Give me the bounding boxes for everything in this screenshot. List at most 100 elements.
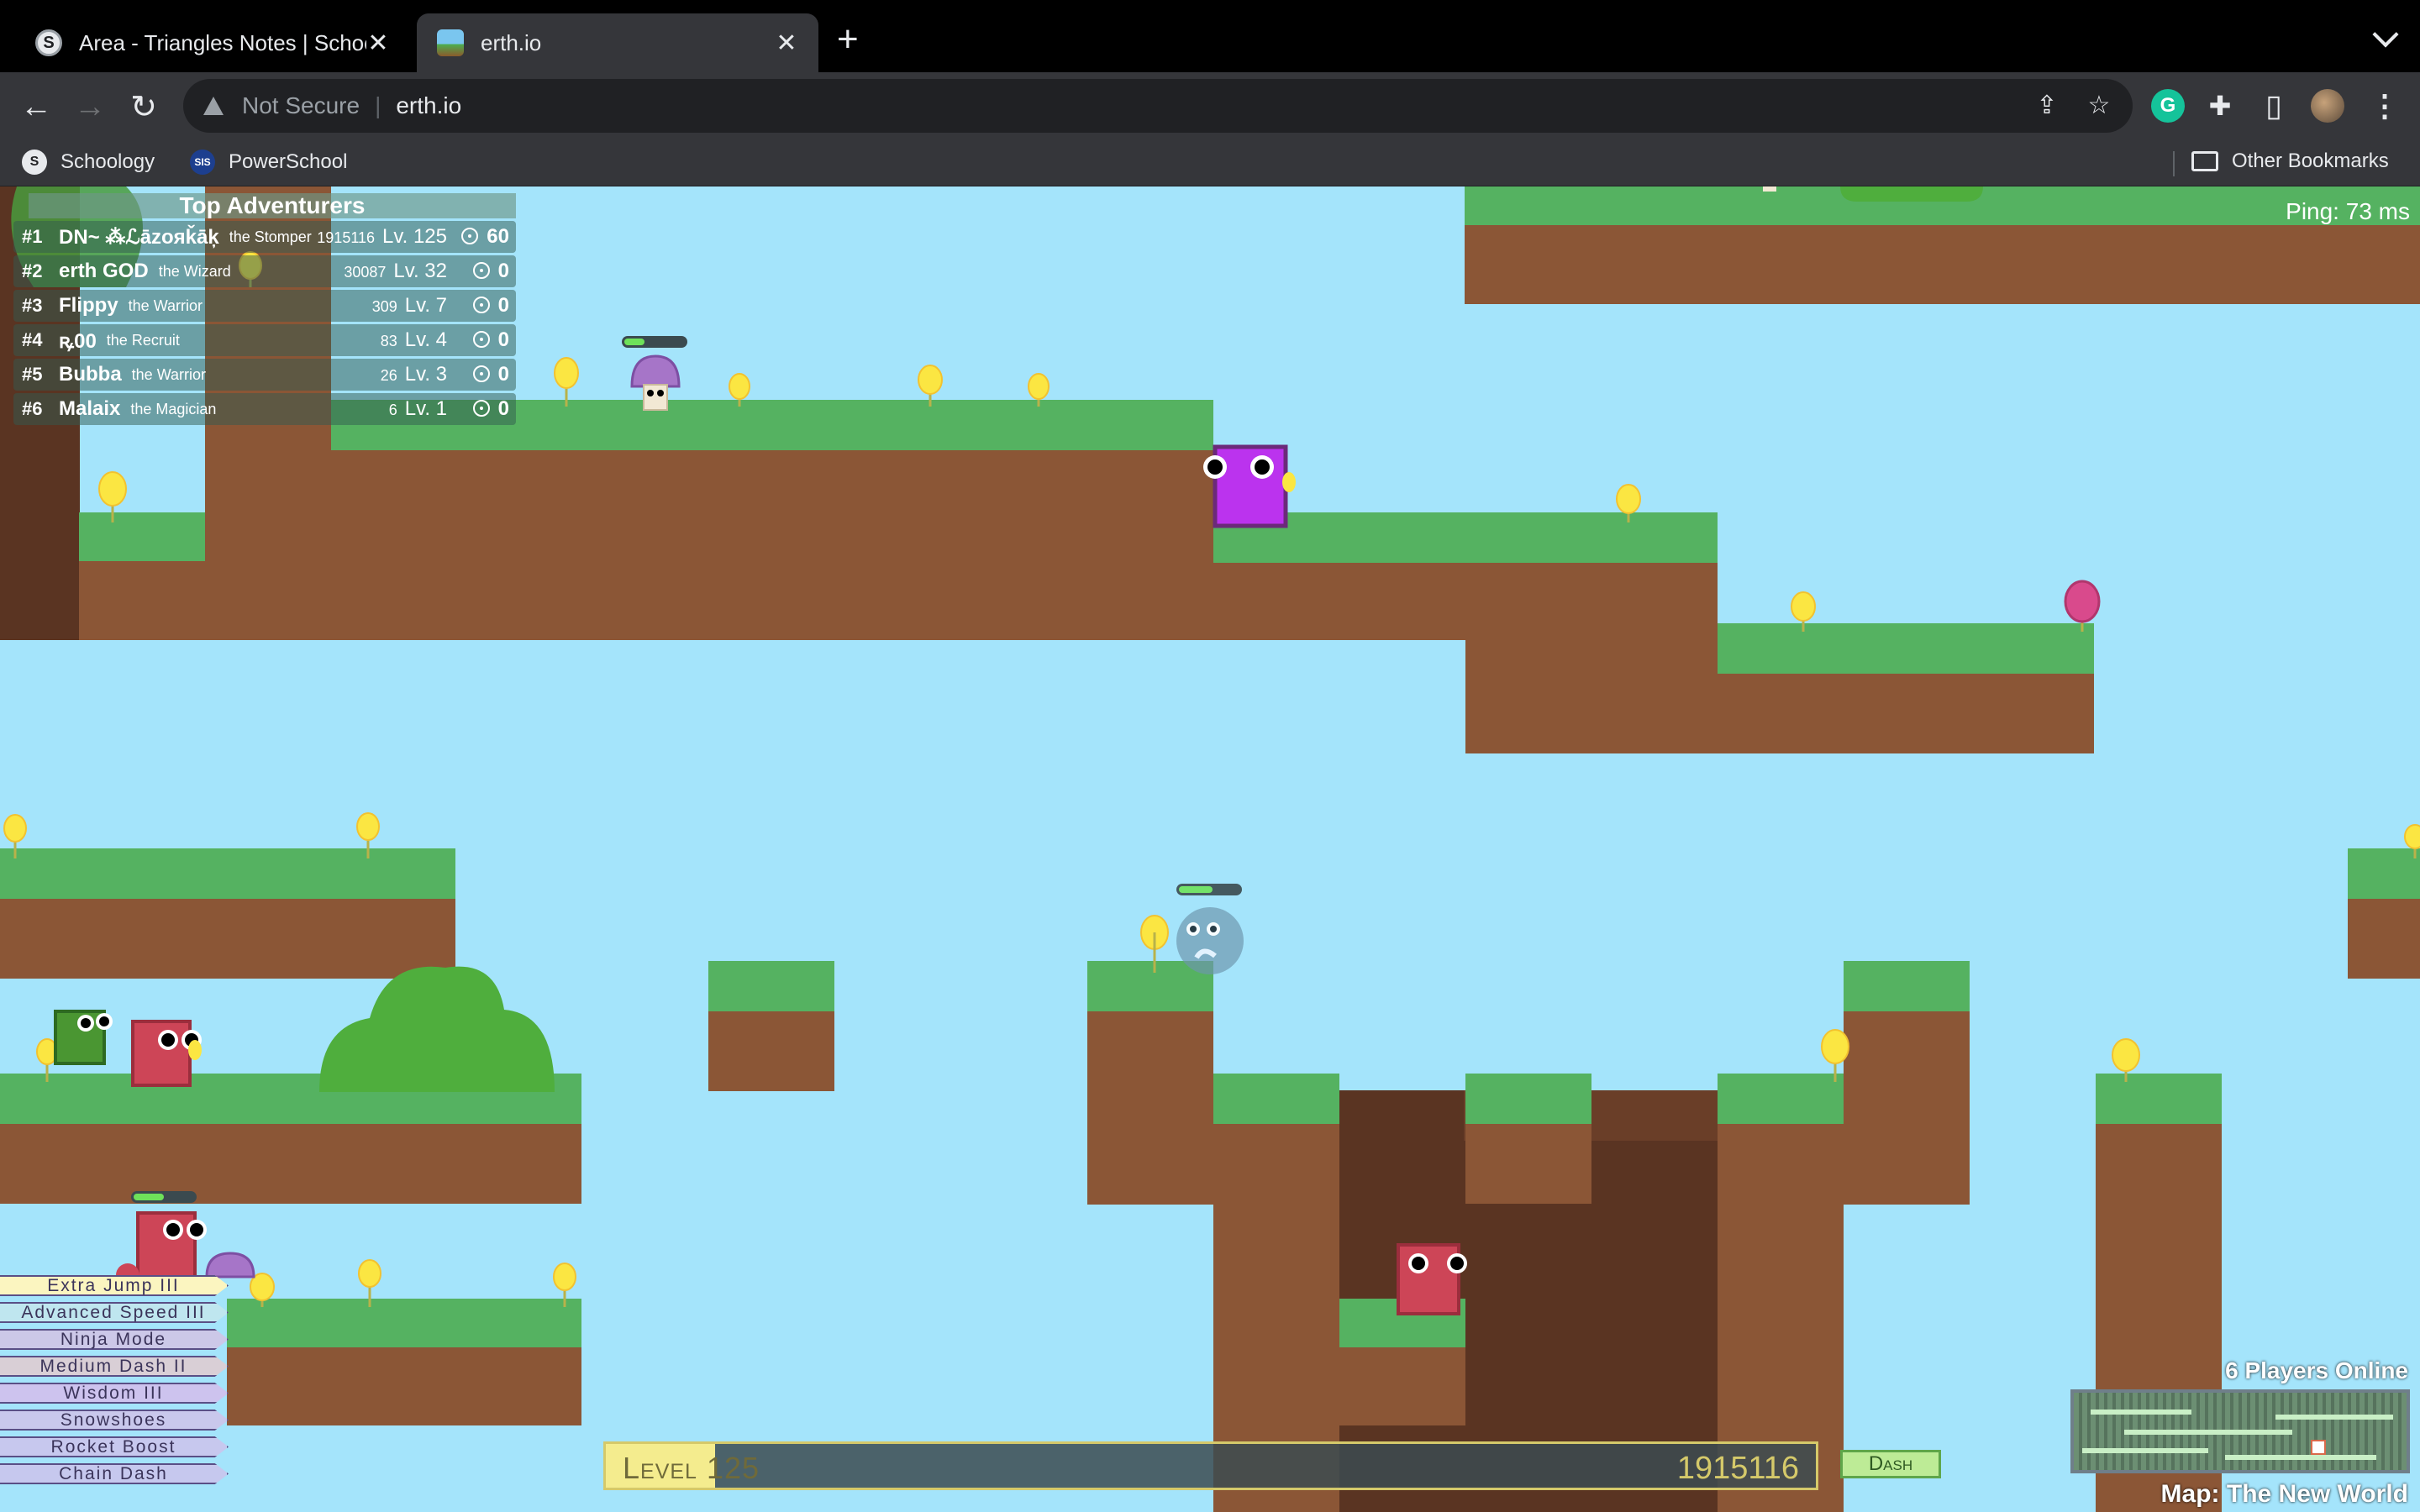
url-text: erth.io — [396, 92, 462, 118]
tab-erth[interactable]: erth.io ✕ — [417, 13, 818, 72]
profile-avatar[interactable] — [2311, 89, 2344, 123]
extensions-puzzle-icon[interactable]: ✚ — [2203, 89, 2237, 123]
dirt — [331, 447, 1213, 640]
minimap — [2070, 1389, 2410, 1473]
grass — [1718, 1074, 1844, 1124]
browser-menu-icon[interactable]: ⋮ — [2368, 88, 2402, 123]
dirt — [1465, 640, 1718, 753]
upgrade-snowshoes[interactable]: Snowshoes — [0, 1410, 229, 1431]
bookmarks-bar: S Schoology SIS PowerSchool Other Bookma… — [0, 141, 2420, 186]
player-kills: 0 — [472, 397, 509, 421]
red-square-enemy — [131, 1020, 202, 1087]
schoology-favicon-icon: S — [35, 29, 62, 56]
other-bookmarks-button[interactable]: Other Bookmarks — [2191, 150, 2389, 173]
rank: #2 — [22, 260, 43, 281]
upgrade-extra-jump[interactable]: Extra Jump III — [0, 1275, 229, 1296]
address-bar[interactable]: Not Secure | erth.io ⇪ ☆ — [183, 79, 2133, 133]
leaderboard-row: #2 erth GOD the Wizard 30087 Lv. 32 0 — [13, 255, 516, 287]
tab-schoology[interactable]: S Area - Triangles Notes | Schoology ✕ — [15, 13, 410, 72]
player-name: DN~ ⁂ℒāzoяǩāķ — [59, 225, 219, 249]
player-title: the Warrior — [128, 297, 203, 314]
upgrade-chain-dash[interactable]: Chain Dash — [0, 1463, 229, 1484]
player-score: 26 Lv. 3 — [380, 363, 447, 386]
leaderboard-row: #1 DN~ ⁂ℒāzoяǩāķ the Stomper 1915116 Lv.… — [13, 221, 516, 253]
bookmark-powerschool[interactable]: SIS PowerSchool — [190, 150, 347, 175]
grammarly-extension-icon[interactable]: G — [2151, 89, 2185, 123]
folder-icon — [2191, 151, 2218, 171]
player-kills: 0 — [472, 363, 509, 386]
bush — [1840, 186, 1983, 202]
tab-strip: S Area - Triangles Notes | Schoology ✕ e… — [0, 0, 2420, 72]
game-canvas[interactable]: Top Adventurers #1 DN~ ⁂ℒāzoяǩāķ the Sto… — [0, 186, 2420, 1512]
bookmark-label: PowerSchool — [229, 150, 348, 173]
bird-player — [1176, 884, 1244, 974]
bookmark-star-icon[interactable]: ☆ — [2084, 91, 2114, 121]
new-tab-button[interactable]: + — [837, 18, 859, 60]
player-kills: 0 — [472, 294, 509, 318]
upgrade-medium-dash[interactable]: Medium Dash II — [0, 1356, 229, 1377]
player-kills: 60 — [461, 225, 509, 249]
item-drop — [1763, 186, 1776, 192]
tab-search-chevron-icon[interactable] — [2372, 21, 2399, 48]
grass — [1718, 623, 2094, 674]
rank: #4 — [22, 329, 43, 350]
schoology-icon: S — [22, 150, 47, 175]
player-name: erth GOD — [59, 260, 149, 282]
dirt — [708, 1011, 834, 1091]
player-kills: 0 — [472, 260, 509, 283]
player-name: ꝶ00 — [59, 329, 97, 353]
grass — [227, 1299, 581, 1347]
dirt — [2348, 899, 2420, 979]
leaderboard-title: Top Adventurers — [29, 193, 516, 218]
player-title: the Warrior — [131, 365, 207, 383]
tab-title: Area - Triangles Notes | Schoology — [79, 29, 366, 55]
close-tab-icon[interactable]: ✕ — [775, 29, 798, 58]
player-name: Malaix — [59, 397, 121, 420]
kills-target-icon — [472, 400, 490, 417]
xp-value: 1915116 — [1676, 1451, 1799, 1486]
kills-target-icon — [472, 297, 490, 313]
players-online: 6 Players Online — [2225, 1357, 2408, 1383]
xp-bar: Level 125 1915116 — [603, 1441, 1818, 1490]
upgrade-rocket-boost[interactable]: Rocket Boost — [0, 1436, 229, 1457]
kills-target-icon — [472, 262, 490, 279]
grass — [708, 961, 834, 1011]
player-title: the Stomper — [229, 228, 312, 245]
flower — [554, 357, 579, 407]
share-icon[interactable]: ⇪ — [2032, 91, 2062, 121]
reload-button[interactable]: ↻ — [123, 86, 165, 128]
upgrade-advanced-speed[interactable]: Advanced Speed III — [0, 1302, 229, 1323]
leaderboard-row: #4 ꝶ00 the Recruit 83 Lv. 4 0 — [13, 324, 516, 356]
grass — [79, 512, 205, 561]
screen: S Area - Triangles Notes | Schoology ✕ e… — [0, 0, 2420, 1512]
close-tab-icon[interactable]: ✕ — [366, 29, 390, 58]
player-score: 30087 Lv. 32 — [344, 260, 447, 282]
dirt — [1213, 560, 1718, 640]
dash-button[interactable]: Dash — [1840, 1450, 1941, 1478]
bookmarks-divider — [2173, 151, 2175, 176]
side-panel-icon[interactable]: ▯ — [2257, 88, 2291, 123]
leaderboard-row: #3 Flippy the Warrior 309 Lv. 7 0 — [13, 290, 516, 322]
purple-player — [1203, 444, 1296, 528]
red-square-enemy — [1397, 1243, 1467, 1315]
bookmark-schoology[interactable]: S Schoology — [22, 150, 155, 175]
forward-button[interactable]: → — [69, 86, 111, 128]
map-name: Map: The New World — [2160, 1480, 2408, 1508]
rank: #3 — [22, 295, 43, 316]
grass — [1213, 512, 1718, 563]
minimap-player-marker — [2311, 1440, 2326, 1455]
upgrade-ninja-mode[interactable]: Ninja Mode — [0, 1329, 229, 1350]
player-score: 309 Lv. 7 — [371, 294, 447, 317]
leaderboard: Top Adventurers #1 DN~ ⁂ℒāzoяǩāķ the Sto… — [13, 193, 516, 425]
back-button[interactable]: ← — [15, 86, 57, 128]
bookmark-label: Other Bookmarks — [2232, 150, 2389, 172]
player-score: 1915116 Lv. 125 — [317, 225, 447, 248]
address-separator: | — [375, 92, 381, 118]
mushroom-enemy — [622, 336, 687, 411]
upgrade-wisdom[interactable]: Wisdom III — [0, 1383, 229, 1404]
player-title: the Magician — [130, 400, 217, 417]
dirt — [1087, 1011, 1213, 1205]
not-secure-warning-icon — [203, 97, 224, 115]
dirt — [0, 1124, 581, 1204]
tab-title: erth.io — [481, 29, 542, 55]
